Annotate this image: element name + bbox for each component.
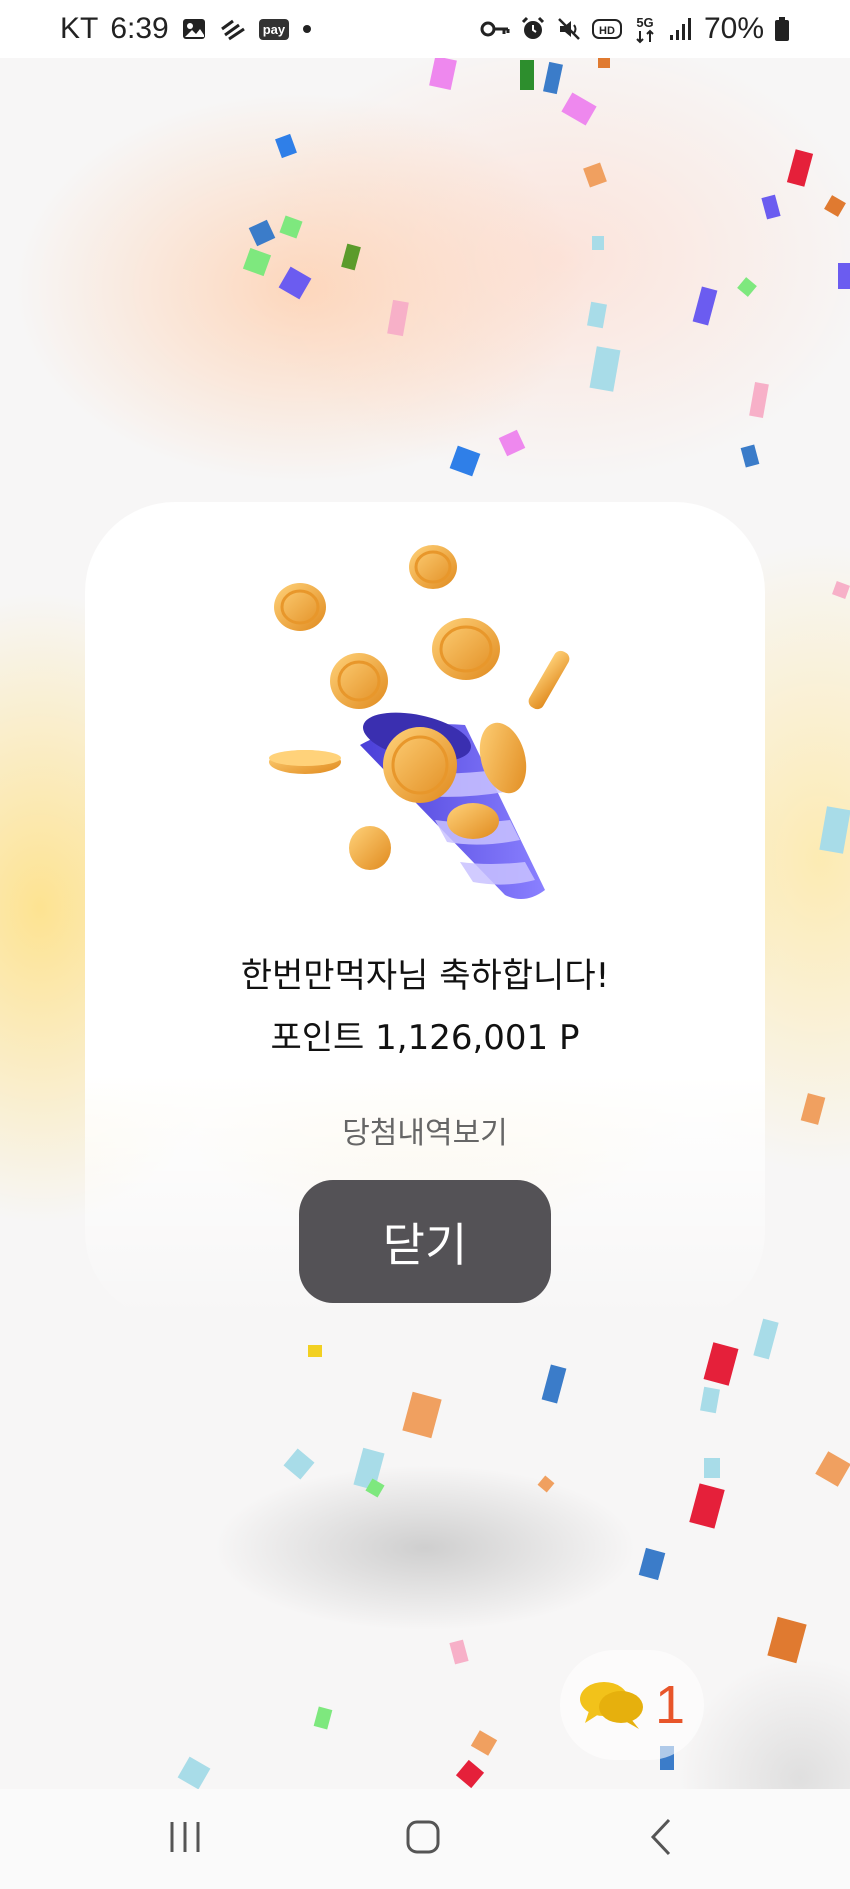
status-bar: KT 6:39 pay HD 5G 70% — [0, 0, 850, 58]
alarm-icon — [520, 16, 546, 42]
view-history-link[interactable]: 당첨내역보기 — [85, 1108, 765, 1152]
dot-icon — [301, 23, 313, 35]
home-icon — [405, 1819, 441, 1859]
battery-icon — [774, 16, 790, 42]
pay-icon: pay — [258, 18, 290, 40]
coin-icon — [432, 618, 500, 680]
back-button[interactable] — [621, 1809, 701, 1869]
coin-icon — [269, 750, 341, 774]
party-popper-icon — [360, 712, 545, 899]
status-right: HD 5G 70% — [480, 12, 790, 46]
congrats-message: 한번만먹자님 축하합니다! — [240, 956, 610, 996]
close-button[interactable]: 닫기 — [299, 1180, 551, 1303]
navigation-bar — [0, 1789, 850, 1889]
coin-icon — [528, 650, 570, 710]
home-button[interactable] — [383, 1809, 463, 1869]
coin-icon — [447, 803, 499, 839]
coin-icon — [383, 727, 457, 803]
battery-percent: 70% — [703, 12, 764, 45]
back-icon — [647, 1817, 675, 1861]
recent-apps-button[interactable] — [145, 1809, 225, 1869]
coin-icon — [349, 826, 391, 870]
mute-icon — [556, 16, 582, 42]
coin-icon — [409, 545, 457, 589]
5g-icon: 5G — [632, 14, 658, 44]
key-icon — [480, 19, 510, 39]
svg-text:HD: HD — [599, 25, 615, 37]
gallery-icon — [181, 16, 207, 42]
chat-unread-count: 1 — [654, 1675, 686, 1735]
hd-icon: HD — [591, 18, 622, 40]
svg-text:5G: 5G — [636, 15, 653, 30]
coin-icon — [330, 653, 388, 709]
clock: 6:39 — [110, 12, 169, 45]
wifi-direct-icon — [219, 17, 247, 41]
chat-button[interactable]: 1 — [560, 1650, 704, 1760]
carrier-label: KT — [60, 12, 99, 45]
coin-icon — [274, 583, 326, 631]
recent-apps-icon — [167, 1820, 203, 1858]
points-text: 포인트 1,126,001 P — [270, 1018, 580, 1058]
party-popper-coins-illustration — [269, 545, 570, 899]
status-left: KT 6:39 pay — [60, 12, 313, 46]
chat-bubbles-icon — [579, 1679, 645, 1731]
signal-icon — [668, 17, 694, 41]
